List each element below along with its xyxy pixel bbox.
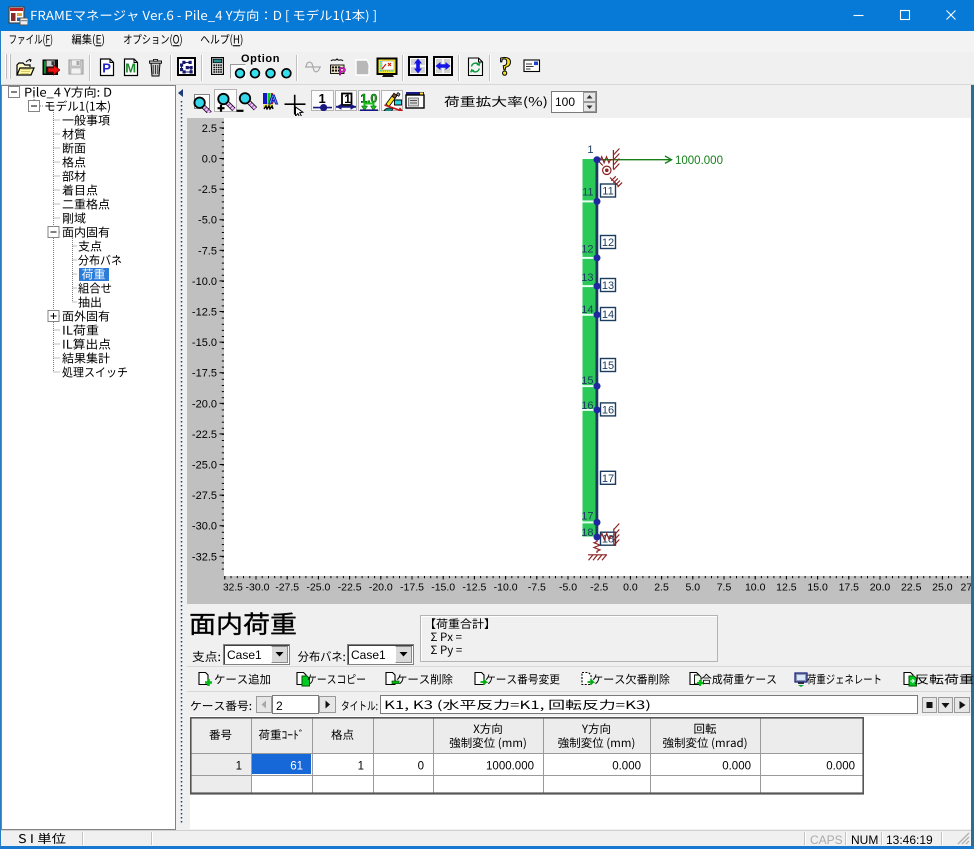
svg-text:0.0: 0.0	[623, 582, 638, 594]
svg-text:12.5: 12.5	[776, 582, 797, 594]
svg-text:?: ?	[499, 55, 512, 78]
svg-text:10.0: 10.0	[745, 582, 766, 594]
svg-text:-10.0: -10.0	[494, 582, 518, 594]
svg-text:-20.0: -20.0	[369, 582, 393, 594]
svg-text:12: 12	[602, 237, 614, 249]
svg-text:-12.5: -12.5	[192, 307, 217, 319]
svg-text:P: P	[102, 61, 111, 76]
svg-text:13: 13	[602, 280, 614, 292]
svg-text:-5.0: -5.0	[198, 215, 217, 227]
svg-text:-15.0: -15.0	[431, 582, 455, 594]
svg-text:17: 17	[602, 473, 614, 485]
svg-text:16: 16	[581, 400, 593, 412]
svg-text:-22.5: -22.5	[338, 582, 362, 594]
svg-text:-30.0: -30.0	[192, 521, 217, 533]
svg-text:0.0: 0.0	[202, 154, 217, 166]
svg-text:M: M	[125, 61, 136, 76]
svg-text:11: 11	[582, 187, 593, 199]
svg-text:17: 17	[581, 510, 593, 522]
svg-text:0.000: 0.000	[826, 761, 855, 773]
svg-text:2.5: 2.5	[202, 123, 217, 135]
svg-text:-2.5: -2.5	[590, 582, 608, 594]
svg-text:0.000: 0.000	[612, 761, 641, 773]
svg-text:16: 16	[602, 404, 614, 416]
svg-text:-27.5: -27.5	[275, 582, 299, 594]
svg-text:22.5: 22.5	[901, 582, 922, 594]
svg-text:7.5: 7.5	[717, 582, 732, 594]
svg-text:25.0: 25.0	[932, 582, 953, 594]
svg-text:1: 1	[358, 761, 364, 773]
svg-text:14: 14	[602, 309, 614, 321]
svg-text:15: 15	[581, 375, 593, 387]
svg-text:2.5: 2.5	[654, 582, 669, 594]
svg-text:P: P	[339, 66, 346, 76]
svg-text:14: 14	[581, 304, 593, 316]
svg-text:12: 12	[581, 243, 593, 255]
svg-text:-22.5: -22.5	[192, 429, 217, 441]
svg-text:1: 1	[344, 92, 351, 106]
svg-text:5.0: 5.0	[685, 582, 700, 594]
svg-text:32.5: 32.5	[223, 583, 243, 594]
svg-text:A: A	[269, 92, 279, 107]
svg-text:1: 1	[319, 91, 326, 106]
svg-text:-2.5: -2.5	[198, 184, 217, 196]
svg-text:18: 18	[581, 527, 593, 539]
svg-text:-17.5: -17.5	[192, 368, 217, 380]
svg-text:17.5: 17.5	[839, 582, 860, 594]
svg-text:0.000: 0.000	[722, 761, 751, 773]
svg-text:-25.0: -25.0	[192, 460, 217, 472]
svg-text:61: 61	[290, 761, 303, 773]
svg-text:1: 1	[236, 761, 242, 773]
svg-text:-25.0: -25.0	[306, 582, 330, 594]
svg-text:-10.0: -10.0	[192, 276, 217, 288]
svg-text:-27.5: -27.5	[192, 490, 217, 502]
svg-text:0: 0	[418, 761, 424, 773]
svg-text:1000.000: 1000.000	[486, 761, 534, 773]
svg-text:15.0: 15.0	[807, 582, 828, 594]
svg-text:1000.000: 1000.000	[675, 155, 723, 167]
svg-text:-20.0: -20.0	[192, 398, 217, 410]
svg-text:1: 1	[587, 144, 593, 156]
svg-text:-32.5: -32.5	[192, 551, 217, 563]
svg-text:15: 15	[602, 360, 614, 372]
svg-text:-30.0: -30.0	[246, 582, 270, 594]
svg-text:-15.0: -15.0	[192, 337, 217, 349]
svg-text:-7.5: -7.5	[528, 582, 546, 594]
svg-text:-12.5: -12.5	[462, 582, 486, 594]
svg-text:20.0: 20.0	[870, 582, 891, 594]
svg-text:-5.0: -5.0	[559, 582, 577, 594]
svg-text:13: 13	[581, 272, 593, 284]
svg-text:-7.5: -7.5	[198, 245, 217, 257]
svg-text:11: 11	[602, 186, 613, 198]
svg-text:-17.5: -17.5	[400, 582, 424, 594]
